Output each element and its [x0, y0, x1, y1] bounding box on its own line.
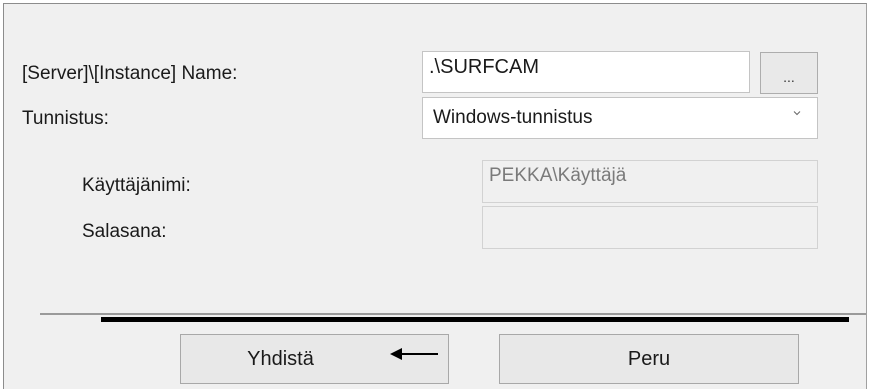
browse-button-label: ...: [783, 69, 795, 85]
auth-label: Tunnistus:: [22, 108, 109, 129]
auth-select[interactable]: Windows-tunnistus: [422, 97, 818, 139]
username-input[interactable]: PEKKA\Käyttäjä: [482, 160, 818, 203]
username-value: PEKKA\Käyttäjä: [489, 165, 627, 186]
connect-button-label: Yhdistä: [247, 348, 314, 370]
browse-server-button[interactable]: ...: [760, 52, 818, 94]
server-name-label: [Server]\[Instance] Name:: [22, 63, 238, 84]
chevron-down-icon: [793, 111, 801, 116]
password-label: Salasana:: [82, 221, 167, 242]
password-input[interactable]: [482, 206, 818, 249]
auth-select-value: Windows-tunnistus: [433, 107, 593, 128]
arrow-left-icon: [390, 348, 438, 360]
separator-light: [40, 313, 866, 315]
server-name-input[interactable]: .\SURFCAM: [422, 51, 750, 93]
cancel-button-label: Peru: [627, 348, 671, 370]
cancel-button[interactable]: Peru: [499, 334, 799, 384]
separator-dark: [101, 317, 849, 322]
username-label: Käyttäjänimi:: [82, 175, 191, 196]
server-name-value: .\SURFCAM: [429, 56, 539, 78]
